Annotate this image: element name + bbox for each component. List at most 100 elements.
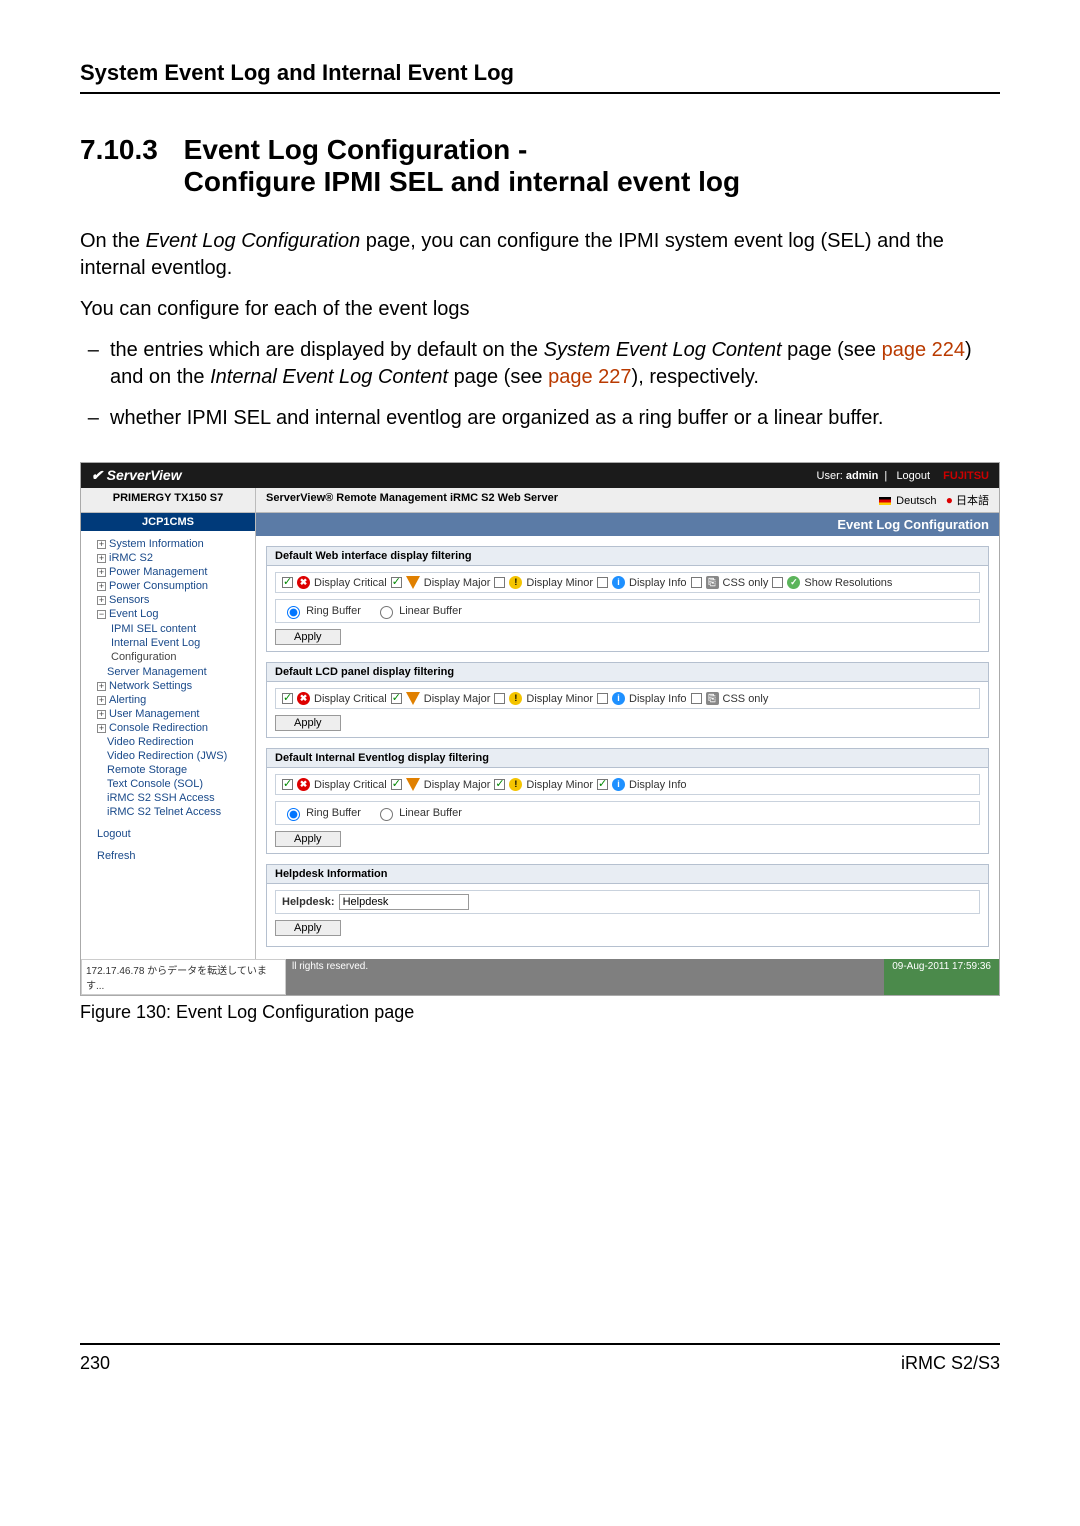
sidebar-item-ipmi-sel[interactable]: IPMI SEL content	[111, 622, 249, 636]
paragraph-config: You can configure for each of the event …	[80, 296, 1000, 323]
logout-link[interactable]: Logout	[896, 470, 930, 482]
checkbox-css[interactable]	[691, 577, 702, 588]
section-title: 7.10.3 Event Log Configuration - 7.10.3 …	[80, 134, 1000, 198]
sidebar-item-video-redirection-jws[interactable]: Video Redirection (JWS)	[87, 749, 249, 763]
page-link-224[interactable]: page 224	[882, 339, 965, 361]
apply-button[interactable]: Apply	[275, 629, 341, 645]
checkbox-css[interactable]	[691, 693, 702, 704]
sidebar-item-console-redirection[interactable]: +Console Redirection	[87, 721, 249, 735]
major-icon	[406, 692, 420, 705]
checkbox-minor[interactable]	[494, 577, 505, 588]
sub-header: PRIMERGY TX150 S7 ServerView® Remote Man…	[81, 488, 999, 513]
figure-caption: Figure 130: Event Log Configuration page	[80, 1002, 1000, 1023]
apply-button[interactable]: Apply	[275, 920, 341, 936]
resolution-icon: ✓	[787, 576, 800, 589]
checkbox-minor[interactable]	[494, 779, 505, 790]
lang-japanese[interactable]: 日本語	[956, 495, 989, 507]
checkbox-info[interactable]	[597, 693, 608, 704]
checkbox-major[interactable]	[391, 693, 402, 704]
radio-ring-buffer[interactable]: Ring Buffer	[282, 805, 361, 821]
sidebar-item-ssh-access[interactable]: iRMC S2 SSH Access	[87, 791, 249, 805]
sidebar-item-internal-event-log[interactable]: Internal Event Log	[111, 636, 249, 650]
status-mid: ll rights reserved.	[286, 959, 884, 995]
panel4-title: Helpdesk Information	[266, 864, 989, 884]
sidebar-item-user-management[interactable]: +User Management	[87, 707, 249, 721]
status-left: 172.17.46.78 からデータを転送しています...	[81, 959, 286, 995]
css-icon: ⎘	[706, 692, 719, 705]
panel2-body: ✖Display Critical Display Major !Display…	[266, 682, 989, 738]
list-item: whether IPMI SEL and internal eventlog a…	[110, 405, 1000, 432]
status-bar: 172.17.46.78 からデータを転送しています... ll rights …	[81, 959, 999, 995]
panel3-title: Default Internal Eventlog display filter…	[266, 748, 989, 768]
brand-logo: ✔ ServerView	[91, 467, 182, 484]
major-icon	[406, 576, 420, 589]
nav-tree: +System Information +iRMC S2 +Power Mana…	[81, 531, 255, 869]
info-icon: i	[612, 778, 625, 791]
sidebar-item-configuration[interactable]: Configuration	[111, 650, 249, 664]
panel3-filter-row: ✖Display Critical Display Major !Display…	[275, 774, 980, 795]
checkbox-major[interactable]	[391, 577, 402, 588]
lang-deutsch[interactable]: Deutsch	[896, 495, 936, 507]
checkbox-critical[interactable]	[282, 693, 293, 704]
sidebar-item-irmc-s2[interactable]: +iRMC S2	[87, 551, 249, 565]
sidebar-item-video-redirection[interactable]: Video Redirection	[87, 735, 249, 749]
sidebar-item-server-management[interactable]: Server Management	[87, 665, 249, 679]
checkbox-info[interactable]	[597, 577, 608, 588]
panel1-title: Default Web interface display filtering	[266, 546, 989, 566]
checkbox-resolutions[interactable]	[772, 577, 783, 588]
radio-linear-buffer[interactable]: Linear Buffer	[375, 805, 462, 821]
sidebar-item-power-consumption[interactable]: +Power Consumption	[87, 579, 249, 593]
app-header: ✔ ServerView User: admin | Logout FUJITS…	[81, 463, 999, 488]
section-title-line1: Event Log Configuration -	[184, 134, 528, 165]
sidebar-item-alerting[interactable]: +Alerting	[87, 693, 249, 707]
sidebar-item-sensors[interactable]: +Sensors	[87, 593, 249, 607]
sidebar-item-refresh[interactable]: Refresh	[87, 849, 249, 863]
radio-ring-buffer[interactable]: Ring Buffer	[282, 603, 361, 619]
checkbox-critical[interactable]	[282, 779, 293, 790]
flag-jp-icon: ●	[946, 493, 953, 507]
minor-icon: !	[509, 576, 522, 589]
sidebar-item-remote-storage[interactable]: Remote Storage	[87, 763, 249, 777]
content-title: Event Log Configuration	[256, 513, 999, 536]
checkbox-info[interactable]	[597, 779, 608, 790]
page-number: 230	[80, 1353, 110, 1374]
sidebar-item-event-log[interactable]: −Event Log	[87, 607, 249, 621]
sidebar-item-system-information[interactable]: +System Information	[87, 537, 249, 551]
page-subtitle: ServerView® Remote Management iRMC S2 We…	[256, 488, 869, 512]
header-right: User: admin | Logout FUJITSU	[817, 470, 989, 482]
sidebar-item-text-console-sol[interactable]: Text Console (SOL)	[87, 777, 249, 791]
section-header: System Event Log and Internal Event Log	[80, 60, 1000, 94]
checkbox-critical[interactable]	[282, 577, 293, 588]
critical-icon: ✖	[297, 778, 310, 791]
apply-button[interactable]: Apply	[275, 715, 341, 731]
sidebar-item-logout[interactable]: Logout	[87, 827, 249, 841]
sidebar-item-telnet-access[interactable]: iRMC S2 Telnet Access	[87, 805, 249, 819]
panel1-filter-row: ✖Display Critical Display Major !Display…	[275, 572, 980, 593]
critical-icon: ✖	[297, 692, 310, 705]
helpdesk-row: Helpdesk:	[275, 890, 980, 914]
critical-icon: ✖	[297, 576, 310, 589]
helpdesk-label: Helpdesk:	[282, 896, 335, 908]
checkbox-major[interactable]	[391, 779, 402, 790]
fujitsu-logo: FUJITSU	[943, 470, 989, 482]
major-icon	[406, 778, 420, 791]
panel1-body: ✖Display Critical Display Major !Display…	[266, 566, 989, 652]
section-number: 7.10.3	[80, 134, 158, 166]
info-icon: i	[612, 692, 625, 705]
panel3-body: ✖Display Critical Display Major !Display…	[266, 768, 989, 854]
sidebar-item-network-settings[interactable]: +Network Settings	[87, 679, 249, 693]
minor-icon: !	[509, 778, 522, 791]
radio-linear-buffer[interactable]: Linear Buffer	[375, 603, 462, 619]
screenshot-figure: ✔ ServerView User: admin | Logout FUJITS…	[80, 462, 1000, 996]
node-name: JCP1CMS	[81, 513, 255, 531]
apply-button[interactable]: Apply	[275, 831, 341, 847]
page-link-227[interactable]: page 227	[548, 366, 631, 388]
flag-de-icon	[879, 497, 891, 505]
sidebar-item-power-management[interactable]: +Power Management	[87, 565, 249, 579]
panel2-filter-row: ✖Display Critical Display Major !Display…	[275, 688, 980, 709]
checkbox-minor[interactable]	[494, 693, 505, 704]
panel3-buffer-row: Ring Buffer Linear Buffer	[275, 801, 980, 825]
section-title-line2: Configure IPMI SEL and internal event lo…	[184, 166, 740, 197]
css-icon: ⎘	[706, 576, 719, 589]
helpdesk-input[interactable]	[339, 894, 469, 910]
